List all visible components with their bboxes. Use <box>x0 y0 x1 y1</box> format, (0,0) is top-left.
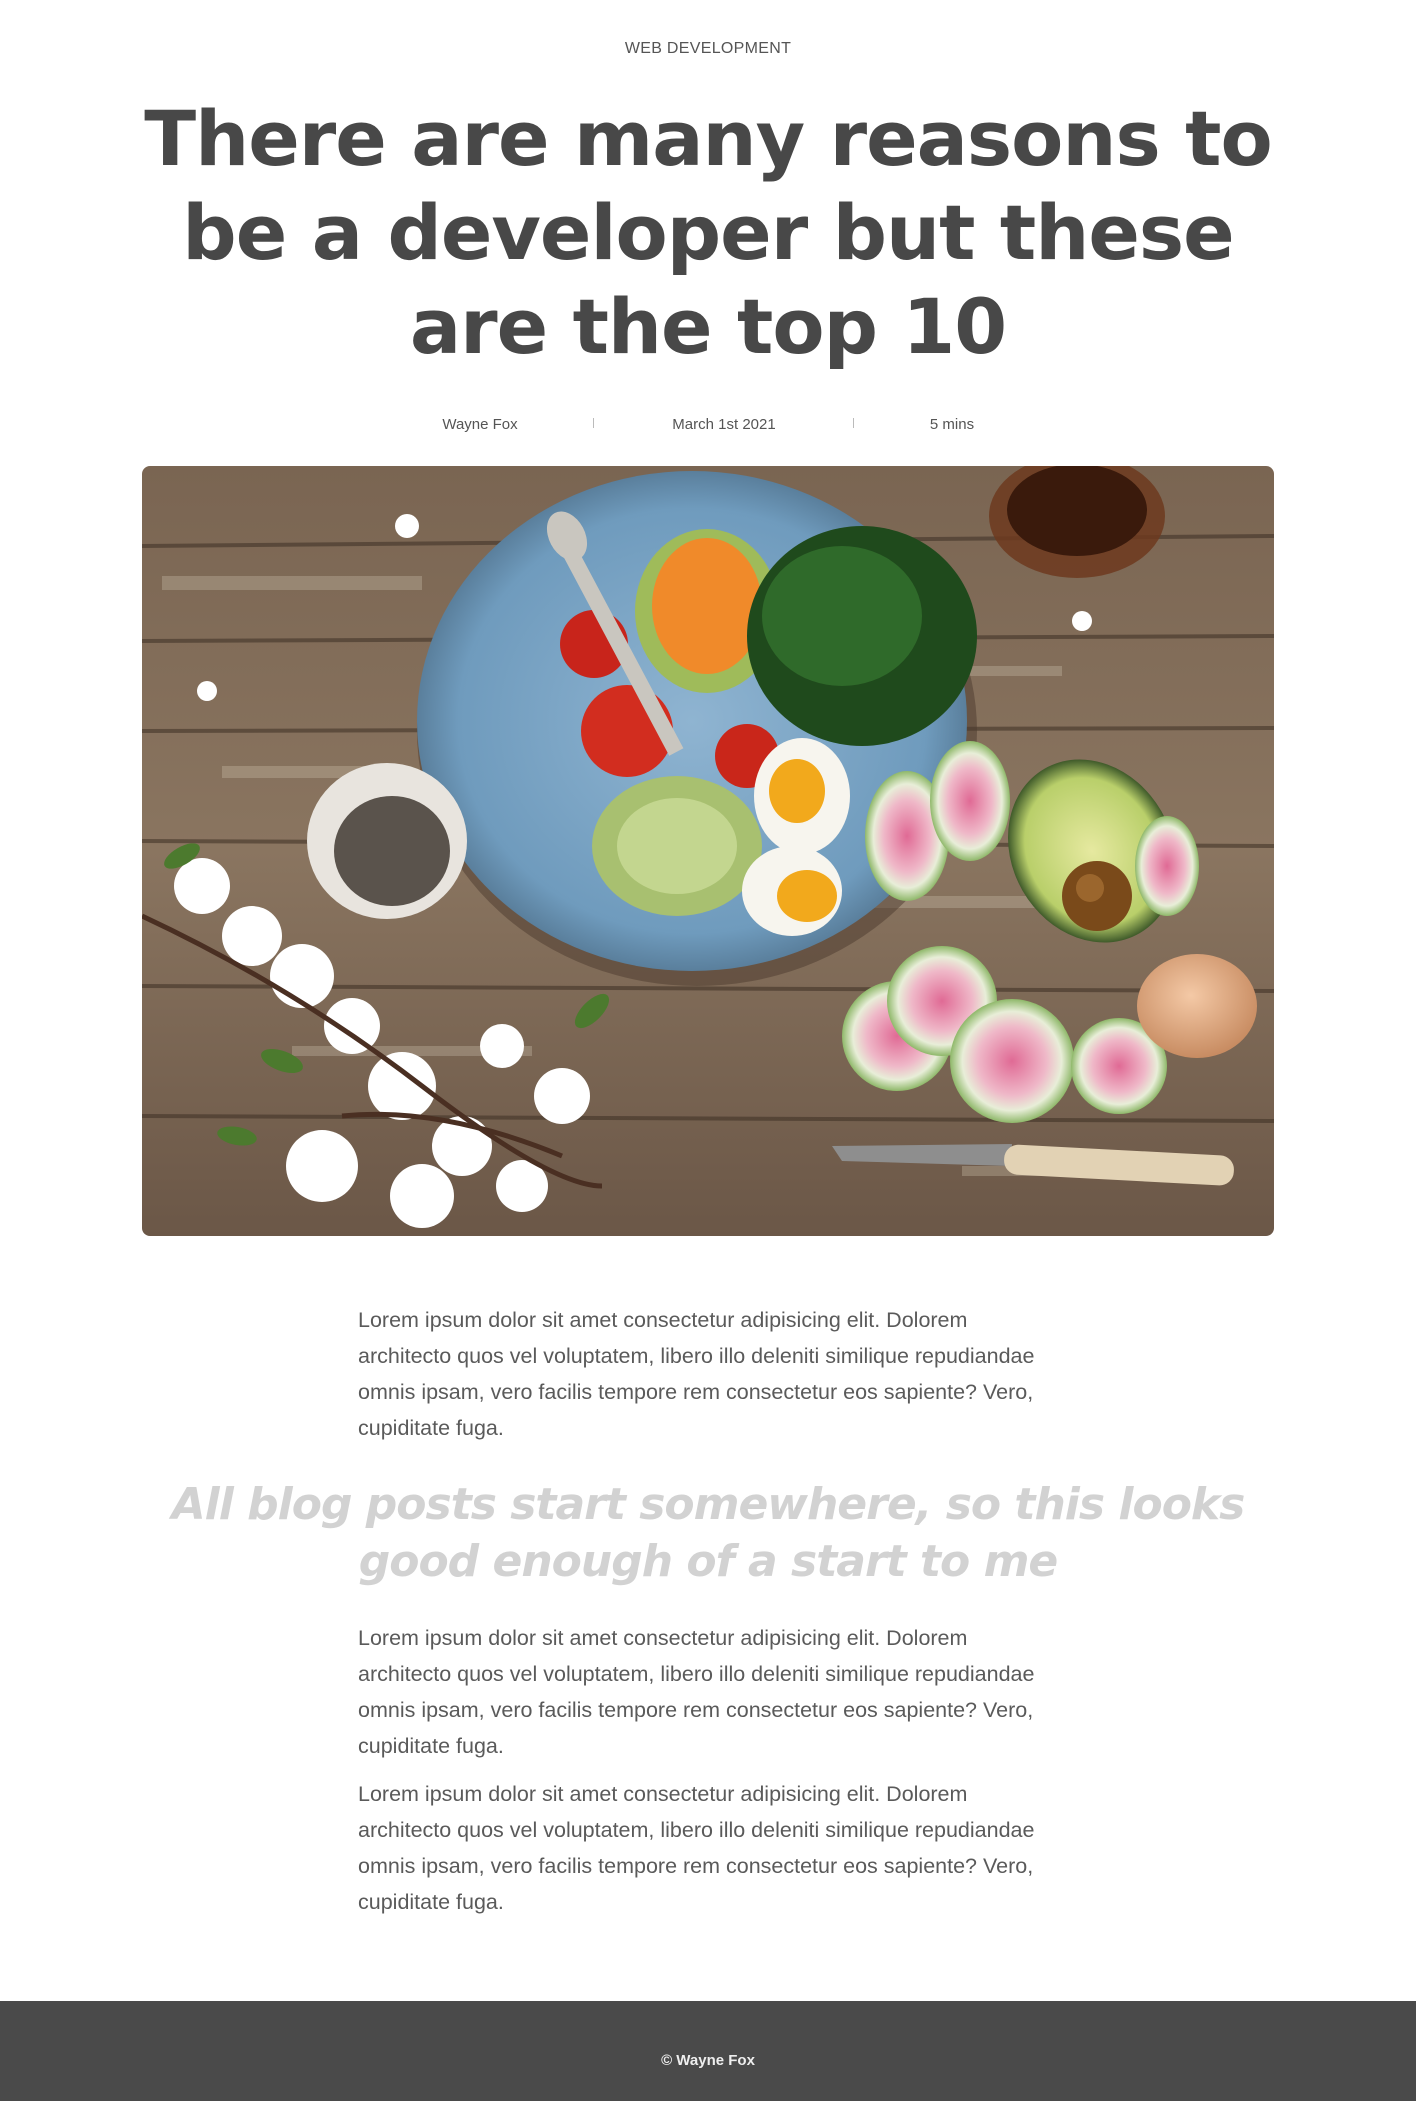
category-label[interactable]: WEB DEVELOPMENT <box>0 40 1416 58</box>
site-footer: © Wayne Fox <box>0 2001 1416 2101</box>
read-time: 5 mins <box>929 416 975 433</box>
pull-quote: All blog posts start somewhere, so this … <box>171 1479 1246 1587</box>
author-name[interactable]: Wayne Fox <box>380 416 580 433</box>
food-bowl-photo-icon <box>142 466 1274 1236</box>
body-paragraph: Lorem ipsum dolor sit amet consectetur a… <box>358 1626 1035 1758</box>
article-title: There are many reasons to be a developer… <box>144 94 1272 371</box>
article-meta: Wayne Fox March 1st 2021 5 mins <box>0 416 1416 440</box>
meta-divider <box>593 418 594 428</box>
body-paragraph: Lorem ipsum dolor sit amet consectetur a… <box>358 1308 1035 1440</box>
body-paragraph: Lorem ipsum dolor sit amet consectetur a… <box>358 1782 1035 1914</box>
publish-date: March 1st 2021 <box>672 416 776 433</box>
hero-image <box>142 466 1274 1236</box>
blog-post-page: WEB DEVELOPMENT There are many reasons t… <box>0 0 1416 2101</box>
copyright-text: © Wayne Fox <box>661 2052 755 2069</box>
